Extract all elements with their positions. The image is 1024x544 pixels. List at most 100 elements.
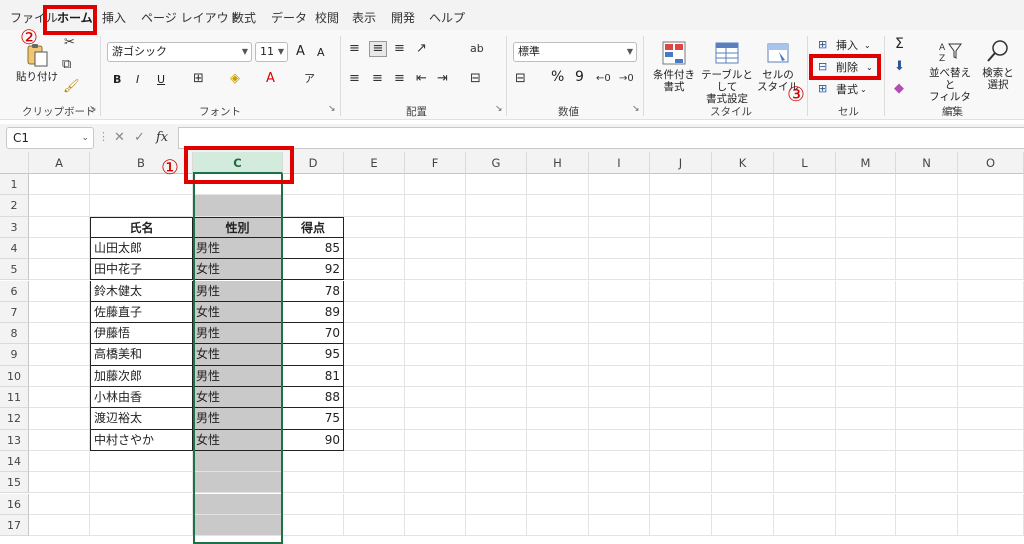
cell-f11[interactable] — [405, 387, 466, 409]
column-header-d[interactable]: D — [283, 152, 344, 174]
cell-h14[interactable] — [527, 450, 589, 473]
row-header-7[interactable]: 7 — [0, 301, 29, 324]
cell-h9[interactable] — [527, 344, 589, 366]
cell-f2[interactable] — [405, 195, 466, 217]
cell-i11[interactable] — [589, 387, 650, 409]
cell-m3[interactable] — [836, 216, 896, 238]
cell-e1[interactable] — [344, 174, 405, 196]
cell-n9[interactable] — [896, 344, 958, 366]
table-cell[interactable]: 男性 — [193, 408, 283, 430]
cell-a6[interactable] — [29, 280, 90, 302]
cell-j6[interactable] — [650, 280, 712, 302]
cell-e11[interactable] — [344, 387, 405, 409]
table-cell[interactable]: 鈴木健太 — [90, 280, 193, 302]
cell-j2[interactable] — [650, 195, 712, 217]
cell-g1[interactable] — [466, 174, 527, 196]
table-cell[interactable]: 女性 — [193, 429, 283, 451]
column-header-g[interactable]: G — [466, 152, 527, 174]
cell-j5[interactable] — [650, 259, 712, 281]
table-cell[interactable]: 小林由香 — [90, 387, 193, 409]
percent-button[interactable]: % — [551, 70, 564, 84]
cell-m17[interactable] — [836, 514, 896, 537]
cell-i12[interactable] — [589, 408, 650, 430]
cell-e17[interactable] — [344, 514, 405, 537]
cell-m12[interactable] — [836, 408, 896, 430]
cell-b15[interactable] — [90, 472, 193, 494]
table-header-cell[interactable]: 得点 — [283, 216, 344, 238]
cell-a1[interactable] — [29, 174, 90, 196]
cell-n16[interactable] — [896, 493, 958, 515]
cell-c17[interactable] — [193, 514, 283, 537]
cell-k13[interactable] — [712, 429, 774, 451]
row-header-12[interactable]: 12 — [0, 408, 29, 430]
cell-o6[interactable] — [958, 280, 1024, 302]
cell-n1[interactable] — [896, 174, 958, 196]
cell-n5[interactable] — [896, 259, 958, 281]
clear-icon[interactable]: ◆ — [894, 82, 904, 96]
increase-indent-icon[interactable]: ⇥ — [437, 72, 448, 86]
cell-l6[interactable] — [774, 280, 836, 302]
cell-a16[interactable] — [29, 493, 90, 515]
cell-i1[interactable] — [589, 174, 650, 196]
fill-icon[interactable]: ⬇ — [894, 60, 905, 74]
autosum-button[interactable]: Σ — [895, 37, 904, 51]
cell-f12[interactable] — [405, 408, 466, 430]
cell-l2[interactable] — [774, 195, 836, 217]
cell-m5[interactable] — [836, 259, 896, 281]
cell-o4[interactable] — [958, 237, 1024, 260]
cell-f17[interactable] — [405, 514, 466, 537]
row-header-2[interactable]: 2 — [0, 195, 29, 217]
cell-h17[interactable] — [527, 514, 589, 537]
delete-cells-icon[interactable]: ⊟ — [818, 60, 827, 74]
font-size-select[interactable]: 11 ▼ — [255, 42, 288, 62]
cell-h8[interactable] — [527, 323, 589, 345]
column-header-l[interactable]: L — [774, 152, 836, 174]
cell-e15[interactable] — [344, 472, 405, 494]
decrease-indent-icon[interactable]: ⇤ — [416, 72, 427, 86]
format-painter-icon[interactable]: 🖌 — [63, 80, 80, 94]
row-header-10[interactable]: 10 — [0, 365, 29, 387]
column-header-i[interactable]: I — [589, 152, 650, 174]
cell-h12[interactable] — [527, 408, 589, 430]
cell-f3[interactable] — [405, 216, 466, 238]
column-header-c[interactable]: C — [193, 152, 283, 174]
cell-g11[interactable] — [466, 387, 527, 409]
cell-k2[interactable] — [712, 195, 774, 217]
cell-j3[interactable] — [650, 216, 712, 238]
table-cell[interactable]: 女性 — [193, 387, 283, 409]
cell-n15[interactable] — [896, 472, 958, 494]
cell-g2[interactable] — [466, 195, 527, 217]
table-cell[interactable]: 女性 — [193, 259, 283, 281]
number-launcher-icon[interactable]: ↘ — [632, 104, 640, 114]
cell-l10[interactable] — [774, 365, 836, 387]
cell-k12[interactable] — [712, 408, 774, 430]
font-color-icon[interactable]: A — [266, 72, 275, 86]
cell-e7[interactable] — [344, 301, 405, 324]
cell-m14[interactable] — [836, 450, 896, 473]
cell-d15[interactable] — [283, 472, 344, 494]
tab-home[interactable]: ホーム — [57, 9, 93, 32]
cell-e6[interactable] — [344, 280, 405, 302]
cell-n12[interactable] — [896, 408, 958, 430]
cell-k17[interactable] — [712, 514, 774, 537]
row-header-1[interactable]: 1 — [0, 174, 29, 196]
cell-h13[interactable] — [527, 429, 589, 451]
table-cell[interactable]: 田中花子 — [90, 259, 193, 281]
cell-e5[interactable] — [344, 259, 405, 281]
cell-g9[interactable] — [466, 344, 527, 366]
row-header-14[interactable]: 14 — [0, 450, 29, 473]
cell-k5[interactable] — [712, 259, 774, 281]
table-cell[interactable]: 女性 — [193, 301, 283, 324]
cell-l13[interactable] — [774, 429, 836, 451]
cell-h16[interactable] — [527, 493, 589, 515]
align-left-icon[interactable]: ≡ — [349, 72, 360, 86]
cell-o13[interactable] — [958, 429, 1024, 451]
cell-m16[interactable] — [836, 493, 896, 515]
font-launcher-icon[interactable]: ↘ — [328, 104, 336, 114]
cell-b17[interactable] — [90, 514, 193, 537]
cell-g16[interactable] — [466, 493, 527, 515]
cell-i17[interactable] — [589, 514, 650, 537]
decrease-decimal-icon[interactable]: →0 — [619, 72, 634, 86]
cell-g8[interactable] — [466, 323, 527, 345]
row-header-5[interactable]: 5 — [0, 259, 29, 281]
